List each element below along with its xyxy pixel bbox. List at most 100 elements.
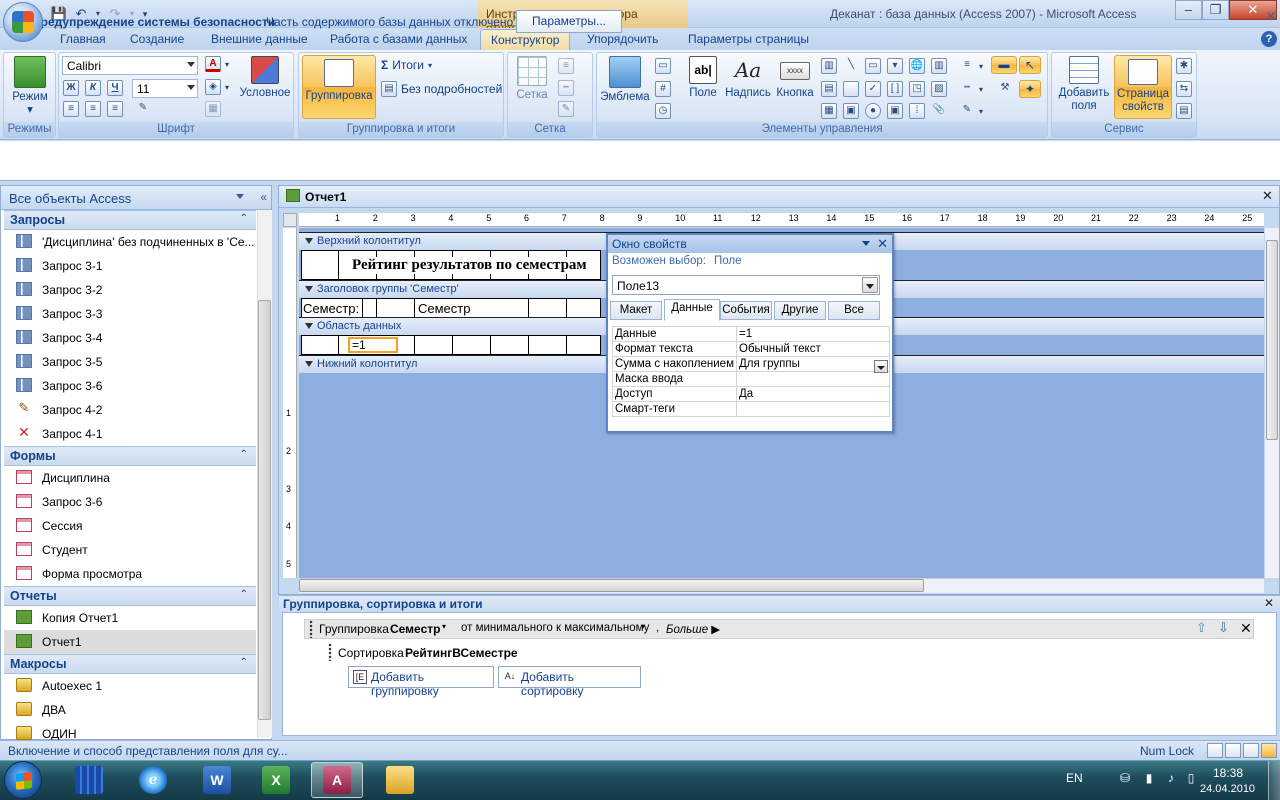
close-icon[interactable]: ✕ <box>1265 8 1277 25</box>
properties-tool-button[interactable]: ⚒ <box>997 81 1013 97</box>
tab-database-tools[interactable]: Работа с базами данных <box>320 29 477 50</box>
select-pointer-button[interactable]: ↖ <box>1019 56 1041 74</box>
minimize-button[interactable]: – <box>1175 0 1202 20</box>
prop-tab-events[interactable]: События <box>720 301 772 320</box>
close-icon[interactable]: ✕ <box>877 236 888 252</box>
chevron-down-icon[interactable]: ▾ <box>641 622 645 631</box>
property-sheet-button[interactable]: Страница свойств <box>1114 55 1172 119</box>
line-color-button[interactable]: ✎ <box>558 101 574 117</box>
property-row[interactable]: Маска ввода <box>612 371 890 387</box>
nav-item[interactable]: Autoexec 1 <box>4 674 256 698</box>
group-field[interactable]: Семестр <box>390 622 440 636</box>
nav-item[interactable]: ✎ Запрос 4-2 <box>4 398 256 422</box>
hide-details-button[interactable]: ▤ Без подробностей <box>381 81 502 97</box>
tab-control-button[interactable]: ▥ <box>821 58 837 74</box>
line-button[interactable]: ╲ <box>843 58 859 74</box>
property-value[interactable] <box>736 371 890 387</box>
hyperlink-button[interactable]: 🌐 <box>909 58 925 74</box>
line-color-control-button[interactable]: ✎ ▾ <box>959 103 983 119</box>
chevron-down-icon[interactable] <box>874 360 888 373</box>
option-button-control[interactable]: ● <box>865 103 881 119</box>
rectangle-button[interactable] <box>843 81 859 97</box>
property-row[interactable]: Сумма с накоплением Для группы <box>612 356 890 372</box>
more-options-link[interactable]: Больше ▶ <box>666 622 720 636</box>
combobox-control-button[interactable]: ▾ <box>887 58 903 74</box>
nav-item[interactable]: Сессия <box>4 514 256 538</box>
print-preview-icon[interactable] <box>1225 743 1241 758</box>
property-value[interactable]: Да <box>736 386 890 402</box>
prop-tab-data[interactable]: Данные <box>664 299 720 321</box>
nav-item[interactable]: Дисциплина <box>4 466 256 490</box>
italic-button[interactable]: К <box>85 80 101 96</box>
design-view-icon[interactable] <box>1261 743 1277 758</box>
nav-item[interactable]: 'Дисциплина' без подчиненных в 'Се... <box>4 230 256 254</box>
network-icon[interactable]: ▮ <box>1142 771 1156 785</box>
grouping-button[interactable]: Группировка <box>302 55 376 119</box>
format-painter-button[interactable]: ✎ <box>135 101 151 117</box>
insert-chart-button[interactable]: ▥ <box>931 58 947 74</box>
horizontal-ruler[interactable]: 1 2 3 4 5 6 7 8 9 10 11 12 13 14 15 16 17 18 19 20 21 22 23 24 2… <box>299 213 1264 227</box>
move-up-icon[interactable]: ⇧ <box>1196 620 1207 636</box>
bound-object-button[interactable]: ▨ <box>931 81 947 97</box>
add-group-button[interactable]: [E Добавить группировку <box>348 666 494 698</box>
property-row[interactable]: Формат текста Обычный текст <box>612 341 890 357</box>
tab-page-setup[interactable]: Параметры страницы <box>678 29 819 50</box>
conditional-format-button[interactable]: Условное <box>237 56 293 100</box>
nav-pane-header[interactable]: Все объекты Access <box>1 186 271 210</box>
prop-tab-layout[interactable]: Макет <box>610 301 662 320</box>
office-button[interactable] <box>3 2 43 42</box>
page-header-section[interactable]: Рейтинг результатов по семестрам <box>301 250 601 280</box>
date-time-button[interactable]: ◷ <box>655 103 671 119</box>
line-thickness-button[interactable]: ≡ ▾ <box>959 58 983 74</box>
nav-item[interactable]: Запрос 3-3 <box>4 302 256 326</box>
nav-item[interactable]: Форма просмотра <box>4 562 256 586</box>
nav-group-header[interactable]: Запросы ⌃ <box>4 210 256 230</box>
control-wizards-button[interactable]: ▬ <box>991 56 1017 74</box>
bold-button[interactable]: Ж <box>63 80 79 96</box>
totals-button[interactable]: Σ Итоги ▾ <box>381 58 432 72</box>
align-right-button[interactable]: ≡ <box>107 101 123 117</box>
close-icon[interactable]: ✕ <box>1264 596 1274 610</box>
subform-button[interactable]: ▣ <box>887 103 903 119</box>
group-header-section[interactable]: Семестр: Семестр <box>301 298 601 318</box>
vertical-scroll-thumb[interactable] <box>1266 240 1278 440</box>
tab-create[interactable]: Создание <box>120 29 194 50</box>
restore-button[interactable]: ❐ <box>1202 0 1229 20</box>
view-code-button[interactable]: ✱ <box>1176 58 1192 74</box>
chevron-down-icon[interactable] <box>862 241 870 246</box>
chevron-down-icon[interactable] <box>862 277 878 293</box>
sort-field[interactable]: РейтингВСеместре <box>405 646 518 660</box>
object-frame-button[interactable]: ◳ <box>909 81 925 97</box>
nav-item[interactable]: Запрос 3-2 <box>4 278 256 302</box>
start-button[interactable] <box>4 761 42 799</box>
show-desktop-button[interactable] <box>1268 761 1280 800</box>
taskbar-app-1[interactable] <box>63 762 115 798</box>
ruler-corner[interactable] <box>283 213 297 227</box>
report-title-label[interactable]: Рейтинг результатов по семестрам <box>352 257 587 274</box>
attachment-button[interactable]: 📎 <box>931 103 947 119</box>
align-left-button[interactable]: ≡ <box>63 101 79 117</box>
textbox-control-button[interactable]: ab| Поле <box>683 56 723 100</box>
nav-item[interactable]: Копия Отчет1 <box>4 606 256 630</box>
page-break-button[interactable]: ⁞ <box>909 103 925 119</box>
property-row[interactable]: Данные =1 <box>612 326 890 342</box>
nav-item[interactable]: Студент <box>4 538 256 562</box>
nav-group-header[interactable]: Формы ⌃ <box>4 446 256 466</box>
image-button[interactable]: ▣ <box>843 103 859 119</box>
align-center-button[interactable]: ≡ <box>85 101 101 117</box>
nav-group-header[interactable]: Отчеты ⌃ <box>4 586 256 606</box>
checkbox-control-button[interactable]: ✓ <box>865 81 881 97</box>
chevron-up-icon[interactable]: ⌃ <box>240 589 248 600</box>
property-value[interactable] <box>736 401 890 417</box>
toggle-button-control[interactable]: ▭ <box>865 58 881 74</box>
listbox-button[interactable]: ▤ <box>821 81 837 97</box>
wizard-button[interactable]: ✦ <box>1019 80 1041 98</box>
semester-textbox[interactable]: Семестр <box>418 301 470 316</box>
help-icon[interactable]: ? <box>1261 31 1277 47</box>
nav-item[interactable]: ДВА <box>4 698 256 722</box>
nav-item[interactable]: Запрос 3-6 <box>4 490 256 514</box>
close-document-icon[interactable]: ✕ <box>1262 188 1273 204</box>
volume-icon[interactable]: ♪ <box>1164 771 1178 785</box>
move-down-icon[interactable]: ⇩ <box>1218 620 1229 636</box>
convert-macros-button[interactable]: ⇆ <box>1176 81 1192 97</box>
